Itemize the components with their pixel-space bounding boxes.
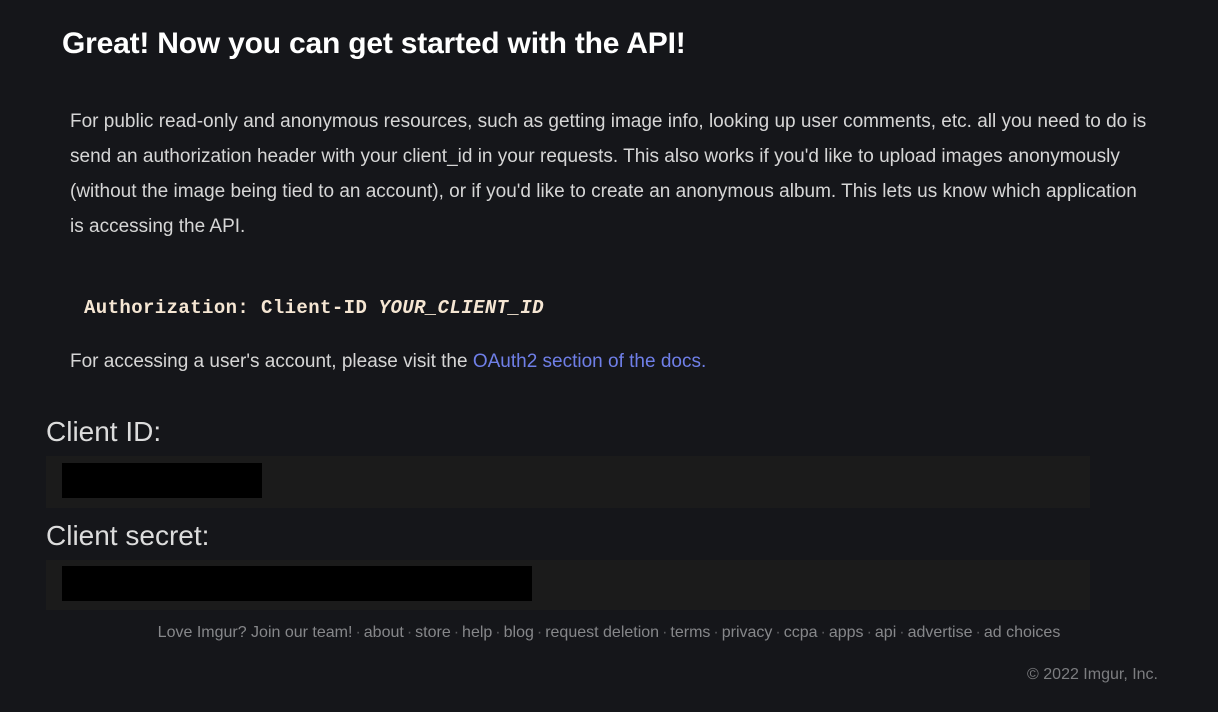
footer-link-advertise[interactable]: advertise (908, 624, 973, 641)
footer-link-about[interactable]: about (364, 624, 404, 641)
client-id-label: Client ID: (46, 416, 162, 447)
oauth-instruction: For accessing a user's account, please v… (70, 348, 706, 376)
footer-link-store[interactable]: store (415, 624, 451, 641)
authorization-header-key: Authorization: Client-ID (84, 297, 368, 319)
client-secret-redaction (62, 566, 532, 601)
oauth-instruction-text: For accessing a user's account, please v… (70, 351, 473, 372)
footer-separator: · (899, 624, 905, 641)
oauth2-docs-link[interactable]: OAuth2 section of the docs. (473, 351, 706, 372)
footer-separator: · (495, 624, 501, 641)
page-title: Great! Now you can get started with the … (62, 27, 686, 60)
client-secret-field[interactable] (46, 560, 1090, 610)
footer-separator: · (866, 624, 872, 641)
footer-link-request-deletion[interactable]: request deletion (545, 624, 659, 641)
authorization-header-example: Authorization: Client-ID YOUR_CLIENT_ID (84, 297, 544, 319)
footer-link-api[interactable]: api (875, 624, 896, 641)
footer-separator: · (536, 624, 543, 641)
footer-separator: · (453, 624, 460, 641)
footer-separator: · (775, 624, 781, 641)
footer-separator: · (355, 624, 361, 641)
api-credentials-page: Great! Now you can get started with the … (0, 0, 1218, 712)
footer-links: Love Imgur? Join our team! · about · store · h… (0, 624, 1218, 642)
footer-link-ccpa[interactable]: ccpa (784, 624, 818, 641)
footer-separator: · (975, 624, 981, 641)
footer-link-love-imgur-join-our-team[interactable]: Love Imgur? Join our team! (158, 624, 353, 641)
footer-separator: · (713, 624, 719, 641)
footer-link-apps[interactable]: apps (829, 624, 864, 641)
client-secret-label: Client secret: (46, 520, 210, 551)
authorization-header-value: YOUR_CLIENT_ID (378, 297, 544, 319)
footer-link-blog[interactable]: blog (504, 624, 534, 641)
intro-paragraph: For public read-only and anonymous resou… (70, 111, 1147, 237)
copyright-notice: © 2022 Imgur, Inc. (1027, 666, 1158, 683)
client-id-field[interactable] (46, 456, 1090, 508)
footer-link-help[interactable]: help (462, 624, 492, 641)
footer-link-ad-choices[interactable]: ad choices (984, 624, 1061, 641)
client-id-redaction (62, 463, 262, 498)
footer-link-terms[interactable]: terms (670, 624, 710, 641)
footer-separator: · (662, 624, 668, 641)
footer-separator: · (406, 624, 413, 641)
footer-separator: · (820, 624, 826, 641)
footer-link-privacy[interactable]: privacy (722, 624, 773, 641)
